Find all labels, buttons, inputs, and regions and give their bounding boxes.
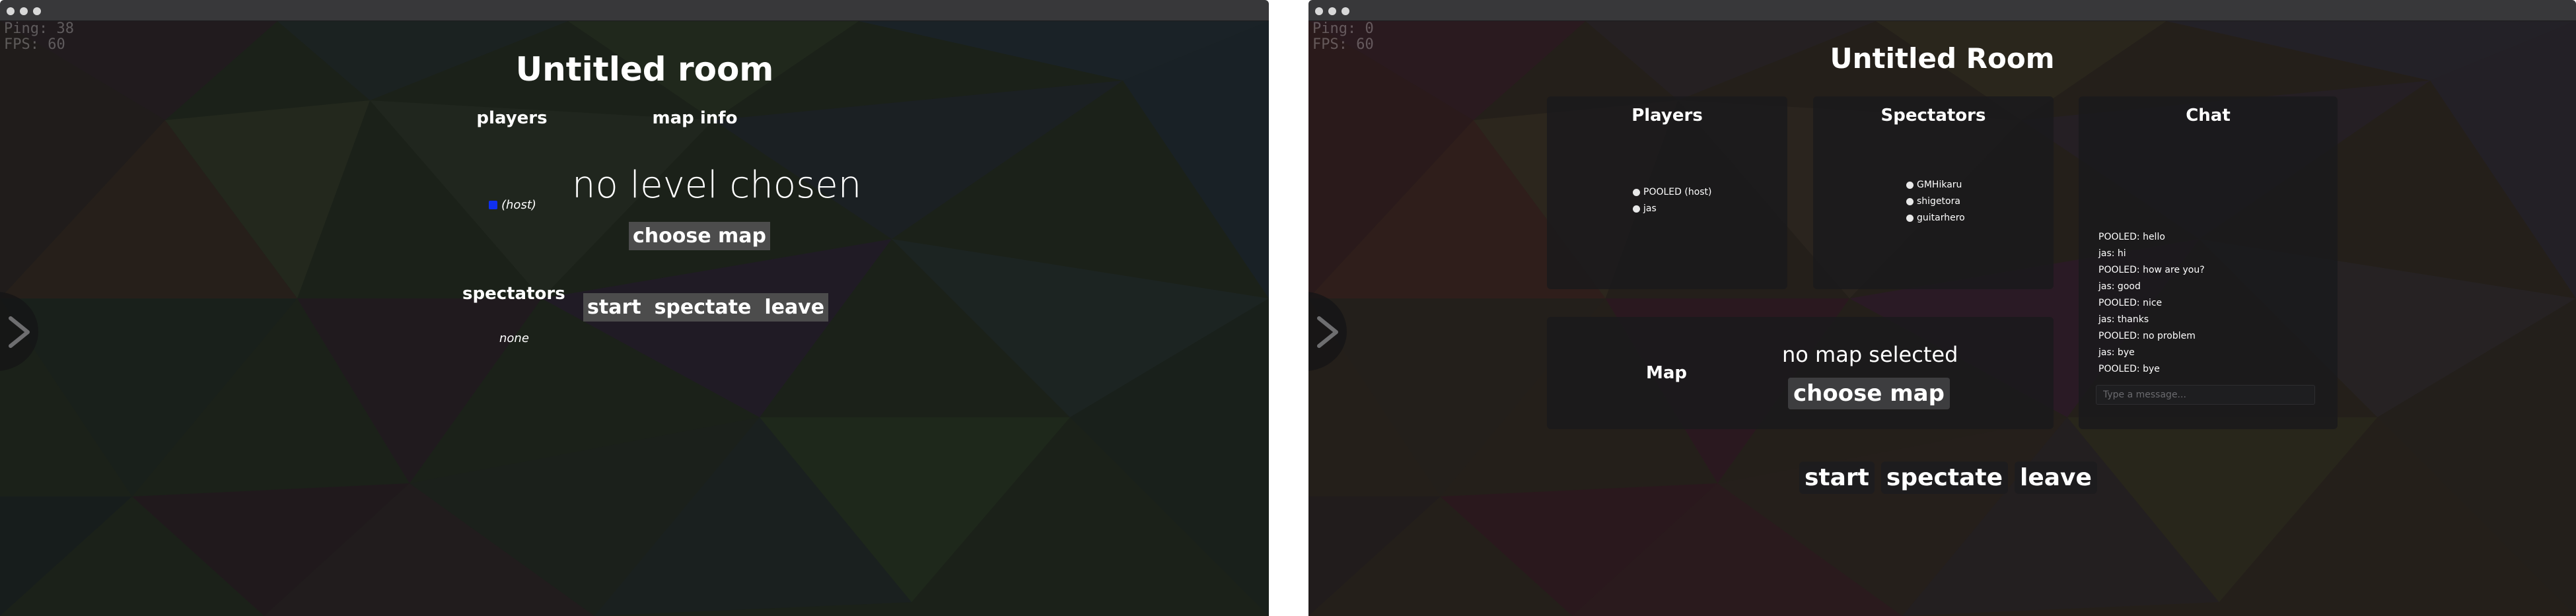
spectate-button[interactable]: spectate (1880, 462, 2008, 494)
spectator-list-item: GMHikaru (1906, 177, 1965, 193)
spectator-status-icon (1906, 215, 1914, 222)
chevron-right-icon (9, 316, 30, 348)
left-browser-window: Ping: 38 FPS: 60 Untitled room players m… (0, 0, 1269, 616)
room-canvas: Ping: 0 FPS: 60 Untitled Room Players PO… (1308, 21, 2576, 616)
right-browser-window: Ping: 0 FPS: 60 Untitled Room Players PO… (1308, 0, 2576, 616)
ping-readout: Ping: 38 (4, 21, 74, 37)
player-status-icon (1633, 205, 1640, 213)
close-window-dot[interactable] (7, 7, 15, 15)
spectators-panel-title: Spectators (1880, 106, 1986, 125)
window-titlebar (0, 0, 1269, 21)
player-list-item: jas (1633, 201, 1712, 217)
chevron-right-icon (1317, 316, 1338, 348)
spectators-list: GMHikaru shigetora guitarhero (1906, 177, 1965, 226)
room-title: Untitled Room (1830, 42, 2055, 75)
spectators-empty-text: none (499, 331, 529, 345)
ping-readout: Ping: 0 (1312, 21, 1374, 37)
map-info-heading: map info (652, 108, 738, 128)
maximize-window-dot[interactable] (1342, 7, 1349, 15)
room-action-buttons: start spectate leave (583, 293, 829, 322)
spectators-panel: Spectators GMHikaru shigetora guitarhero (1813, 96, 2054, 289)
start-button[interactable]: start (1799, 462, 1875, 494)
spectator-status-icon (1906, 198, 1914, 205)
players-list: POOLED (host) jas (1633, 184, 1712, 217)
start-button[interactable]: start (587, 296, 641, 319)
chat-message: POOLED: no problem (2098, 331, 2196, 341)
chat-message: jas: hi (2098, 248, 2126, 259)
chat-panel: Chat POOLED: hello jas: hi POOLED: how a… (2079, 96, 2338, 429)
players-panel-title: Players (1631, 106, 1703, 125)
host-label: (host) (501, 198, 536, 212)
player-list-item: POOLED (host) (1633, 184, 1712, 201)
leave-button[interactable]: leave (2015, 462, 2097, 494)
chat-message: POOLED: bye (2098, 364, 2160, 374)
debug-stats: Ping: 38 FPS: 60 (4, 21, 74, 53)
leave-button[interactable]: leave (764, 296, 824, 319)
players-panel: Players POOLED (host) jas (1547, 96, 1787, 289)
player-status-icon (1633, 189, 1640, 196)
choose-map-button[interactable]: choose map (629, 222, 770, 250)
players-heading: players (476, 108, 548, 128)
spectate-button[interactable]: spectate (655, 296, 752, 319)
no-map-selected-text: no map selected (1782, 342, 1958, 367)
chat-message: POOLED: hello (2098, 232, 2165, 242)
chat-message: POOLED: nice (2098, 298, 2163, 308)
map-panel: Map no map selected choose map (1547, 317, 2054, 429)
room-canvas: Ping: 38 FPS: 60 Untitled room players m… (0, 21, 1269, 616)
minimize-window-dot[interactable] (20, 7, 28, 15)
choose-map-button[interactable]: choose map (1788, 378, 1950, 409)
spectator-status-icon (1906, 182, 1914, 189)
close-window-dot[interactable] (1315, 7, 1323, 15)
chat-message: jas: bye (2098, 347, 2135, 358)
room-title: Untitled room (515, 50, 774, 88)
chat-message: jas: good (2098, 281, 2141, 292)
minimize-window-dot[interactable] (1328, 7, 1336, 15)
chat-message: POOLED: how are you? (2098, 265, 2205, 275)
no-level-text: no level chosen (572, 164, 862, 207)
maximize-window-dot[interactable] (33, 7, 41, 15)
chat-message-input[interactable] (2096, 385, 2315, 405)
spectator-list-item: guitarhero (1906, 210, 1965, 226)
chat-message-log: POOLED: hello jas: hi POOLED: how are yo… (2098, 229, 2205, 378)
chat-message: jas: thanks (2098, 314, 2149, 325)
spectators-heading: spectators (462, 284, 565, 304)
player-list-item: (host) (489, 198, 536, 212)
window-titlebar (1308, 0, 2576, 21)
spectator-list-item: shigetora (1906, 193, 1965, 210)
map-panel-label: Map (1646, 363, 1688, 383)
room-action-buttons: start spectate leave (1799, 462, 2097, 494)
chat-panel-title: Chat (2186, 106, 2231, 125)
player-color-swatch (489, 201, 497, 209)
